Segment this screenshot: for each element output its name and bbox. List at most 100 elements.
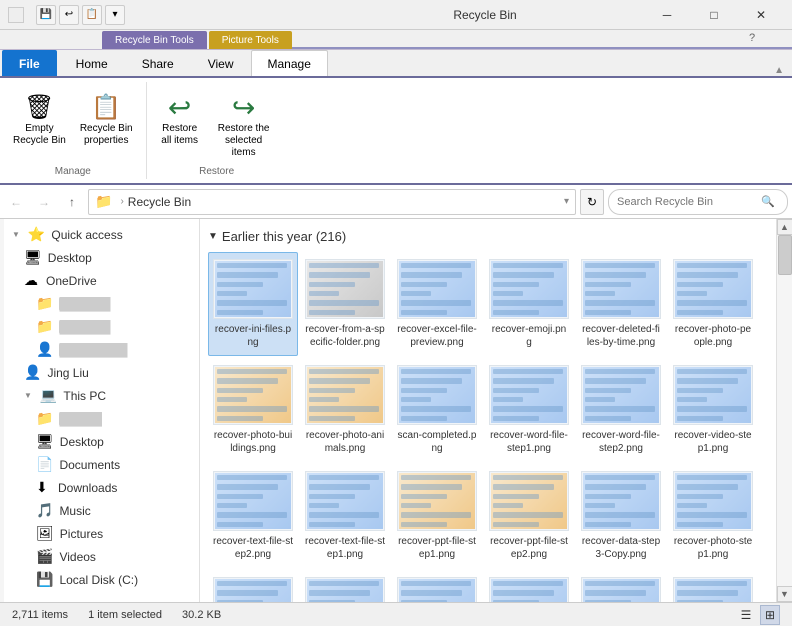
right-scrollbar[interactable]: ▲ ▼ — [776, 219, 792, 602]
sidebar-item-label-desktop: Desktop — [48, 251, 92, 265]
refresh-button[interactable]: ↻ — [580, 189, 604, 215]
file-item[interactable]: recover-ppt-file-step1.png — [392, 464, 482, 568]
scroll-up-button[interactable]: ▲ — [777, 219, 792, 235]
file-item[interactable]: recover-video-step1.png — [668, 358, 758, 462]
restore-all-button[interactable]: ↩ Restoreall items — [155, 88, 205, 150]
tab-view[interactable]: View — [191, 50, 251, 76]
sidebar-item-desktop[interactable]: 🖥 Desktop — [0, 246, 199, 269]
tab-share[interactable]: Share — [125, 50, 191, 76]
properties-icon: 📋 — [90, 91, 122, 123]
restore-selected-button[interactable]: ↪ Restore theselected items — [209, 88, 279, 162]
sidebar-item-folder3[interactable]: 📁 █████ — [0, 407, 199, 430]
file-item[interactable]: recover-photo-step1.png — [668, 464, 758, 568]
file-thumbnail — [581, 577, 661, 602]
sidebar-item-folder2[interactable]: 📁 ██████ — [0, 315, 199, 338]
file-item[interactable]: recover-pdf-file-step2.png — [208, 570, 298, 602]
sidebar-item-label-quick-access: Quick access — [51, 228, 122, 242]
sidebar-item-onedrive[interactable]: ☁ OneDrive — [0, 269, 199, 292]
file-item[interactable]: recover-pdf-file-step1.png — [300, 570, 390, 602]
file-item[interactable]: recover-photo-people.png — [668, 252, 758, 356]
search-box[interactable]: 🔍 — [608, 189, 788, 215]
folder1-icon: 📁 — [36, 295, 53, 312]
thumbnail-inner — [307, 261, 383, 317]
file-item[interactable]: recover-external-device-step2.png — [668, 570, 758, 602]
save-tb-btn[interactable]: 💾 — [36, 5, 56, 25]
search-input[interactable] — [617, 196, 757, 208]
maximize-button[interactable]: □ — [691, 0, 737, 30]
file-item[interactable]: recover-office-file-step1.png — [484, 570, 574, 602]
sidebar-item-localdisk[interactable]: 💾 Local Disk (C:) — [0, 568, 199, 591]
sidebar-item-desktop2[interactable]: 🖥 Desktop — [0, 430, 199, 453]
quick-access-icon: ⭐ — [28, 226, 45, 243]
file-thumbnail — [581, 365, 661, 425]
file-item[interactable]: recover-ini-files.png — [208, 252, 298, 356]
file-grid: recover-ini-files.png recover-from-a-spec… — [208, 248, 768, 602]
sidebar-item-music[interactable]: 🎵 Music — [0, 499, 199, 522]
file-thumbnail — [489, 365, 569, 425]
sidebar-item-thispc[interactable]: ▼ 💻 This PC — [0, 384, 199, 407]
sidebar-item-videos[interactable]: 🎬 Videos — [0, 545, 199, 568]
close-button[interactable]: ✕ — [738, 0, 784, 30]
sidebar-item-folder1[interactable]: 📁 ██████ — [0, 292, 199, 315]
file-name: recover-ini-files.png — [213, 323, 293, 349]
file-item[interactable]: recover-text-file-step2.png — [208, 464, 298, 568]
minimize-button[interactable]: ─ — [644, 0, 690, 30]
file-item[interactable]: recover-from-a-specific-folder.png — [300, 252, 390, 356]
sidebar-item-label-pictures: Pictures — [60, 527, 103, 541]
recycle-bin-tools-tab[interactable]: Recycle Bin Tools — [102, 31, 207, 49]
down-tb-btn[interactable]: ▾ — [105, 5, 125, 25]
file-item[interactable]: recover-data-step3-Copy.png — [576, 464, 666, 568]
scroll-down-button[interactable]: ▼ — [777, 586, 792, 602]
file-item[interactable]: recover-word-file-step2.png — [576, 358, 666, 462]
up-button[interactable]: ↑ — [60, 190, 84, 214]
back-button[interactable]: ← — [4, 190, 28, 214]
file-item[interactable]: recover-text-file-step1.png — [300, 464, 390, 568]
file-item[interactable]: scan-completed.png — [392, 358, 482, 462]
file-thumbnail — [213, 259, 293, 319]
file-item[interactable]: recover-emoji.png — [484, 252, 574, 356]
forward-button[interactable]: → — [32, 190, 56, 214]
details-view-toggle[interactable]: ☰ — [736, 605, 756, 625]
file-item[interactable]: recover-ppt-file-step2.png — [484, 464, 574, 568]
sidebar-item-user1[interactable]: 👤 ████████ — [0, 338, 199, 361]
file-item[interactable]: recover-excel-file-preview.png — [392, 252, 482, 356]
documents-icon: 📄 — [36, 456, 53, 473]
empty-recycle-bin-button[interactable]: 🗑 EmptyRecycle Bin — [8, 88, 71, 150]
sidebar-item-quick-access[interactable]: ▼ ⭐ Quick access — [0, 223, 199, 246]
sidebar-item-jing[interactable]: 👤 Jing Liu — [0, 361, 199, 384]
sidebar-item-downloads[interactable]: ⬇ Downloads — [0, 476, 199, 499]
tab-file[interactable]: File — [2, 50, 57, 76]
section-header[interactable]: ▼ Earlier this year (216) — [208, 223, 768, 248]
sidebar-item-label-onedrive: OneDrive — [46, 274, 97, 288]
thumbnail-view-toggle[interactable]: ⊞ — [760, 605, 780, 625]
scroll-thumb[interactable] — [778, 235, 792, 275]
file-thumbnail — [673, 259, 753, 319]
sidebar-item-label-thispc: This PC — [63, 389, 106, 403]
ribbon-collapse-icon[interactable]: ▲ — [774, 65, 784, 76]
file-name: recover-video-step1.png — [673, 429, 753, 455]
undo-tb-btn[interactable]: ↩ — [59, 5, 79, 25]
recycle-bin-properties-button[interactable]: 📋 Recycle Binproperties — [75, 88, 138, 150]
tab-home[interactable]: Home — [59, 50, 125, 76]
sidebar-item-documents[interactable]: 📄 Documents — [0, 453, 199, 476]
thumbnail-inner — [307, 579, 383, 602]
properties-tb-btn[interactable]: 📋 — [82, 5, 102, 25]
file-item[interactable]: recover-photo-buildings.png — [208, 358, 298, 462]
sidebar-item-pictures[interactable]: 🖼 Pictures — [0, 522, 199, 545]
file-item[interactable]: recover-deleted-files-by-time.png — [576, 252, 666, 356]
properties-label: Recycle Binproperties — [80, 123, 133, 147]
thumbnail-inner — [583, 261, 659, 317]
picture-tools-tab[interactable]: Picture Tools — [209, 31, 292, 49]
file-thumbnail — [213, 577, 293, 602]
address-path[interactable]: 📁 › Recycle Bin ▾ — [88, 189, 576, 215]
address-dropdown-icon[interactable]: ▾ — [564, 196, 569, 207]
thumbnail-inner — [399, 579, 475, 602]
help-icon[interactable]: ? — [749, 32, 755, 44]
onedrive-icon: ☁ — [24, 272, 40, 289]
file-item[interactable]: recover-office-file-step2.png — [392, 570, 482, 602]
ribbon-content: 🗑 EmptyRecycle Bin 📋 Recycle Binproperti… — [0, 78, 792, 185]
file-item[interactable]: recover-external-device-step3.png — [576, 570, 666, 602]
file-item[interactable]: recover-word-file-step1.png — [484, 358, 574, 462]
file-item[interactable]: recover-photo-animals.png — [300, 358, 390, 462]
tab-manage[interactable]: Manage — [251, 50, 328, 76]
